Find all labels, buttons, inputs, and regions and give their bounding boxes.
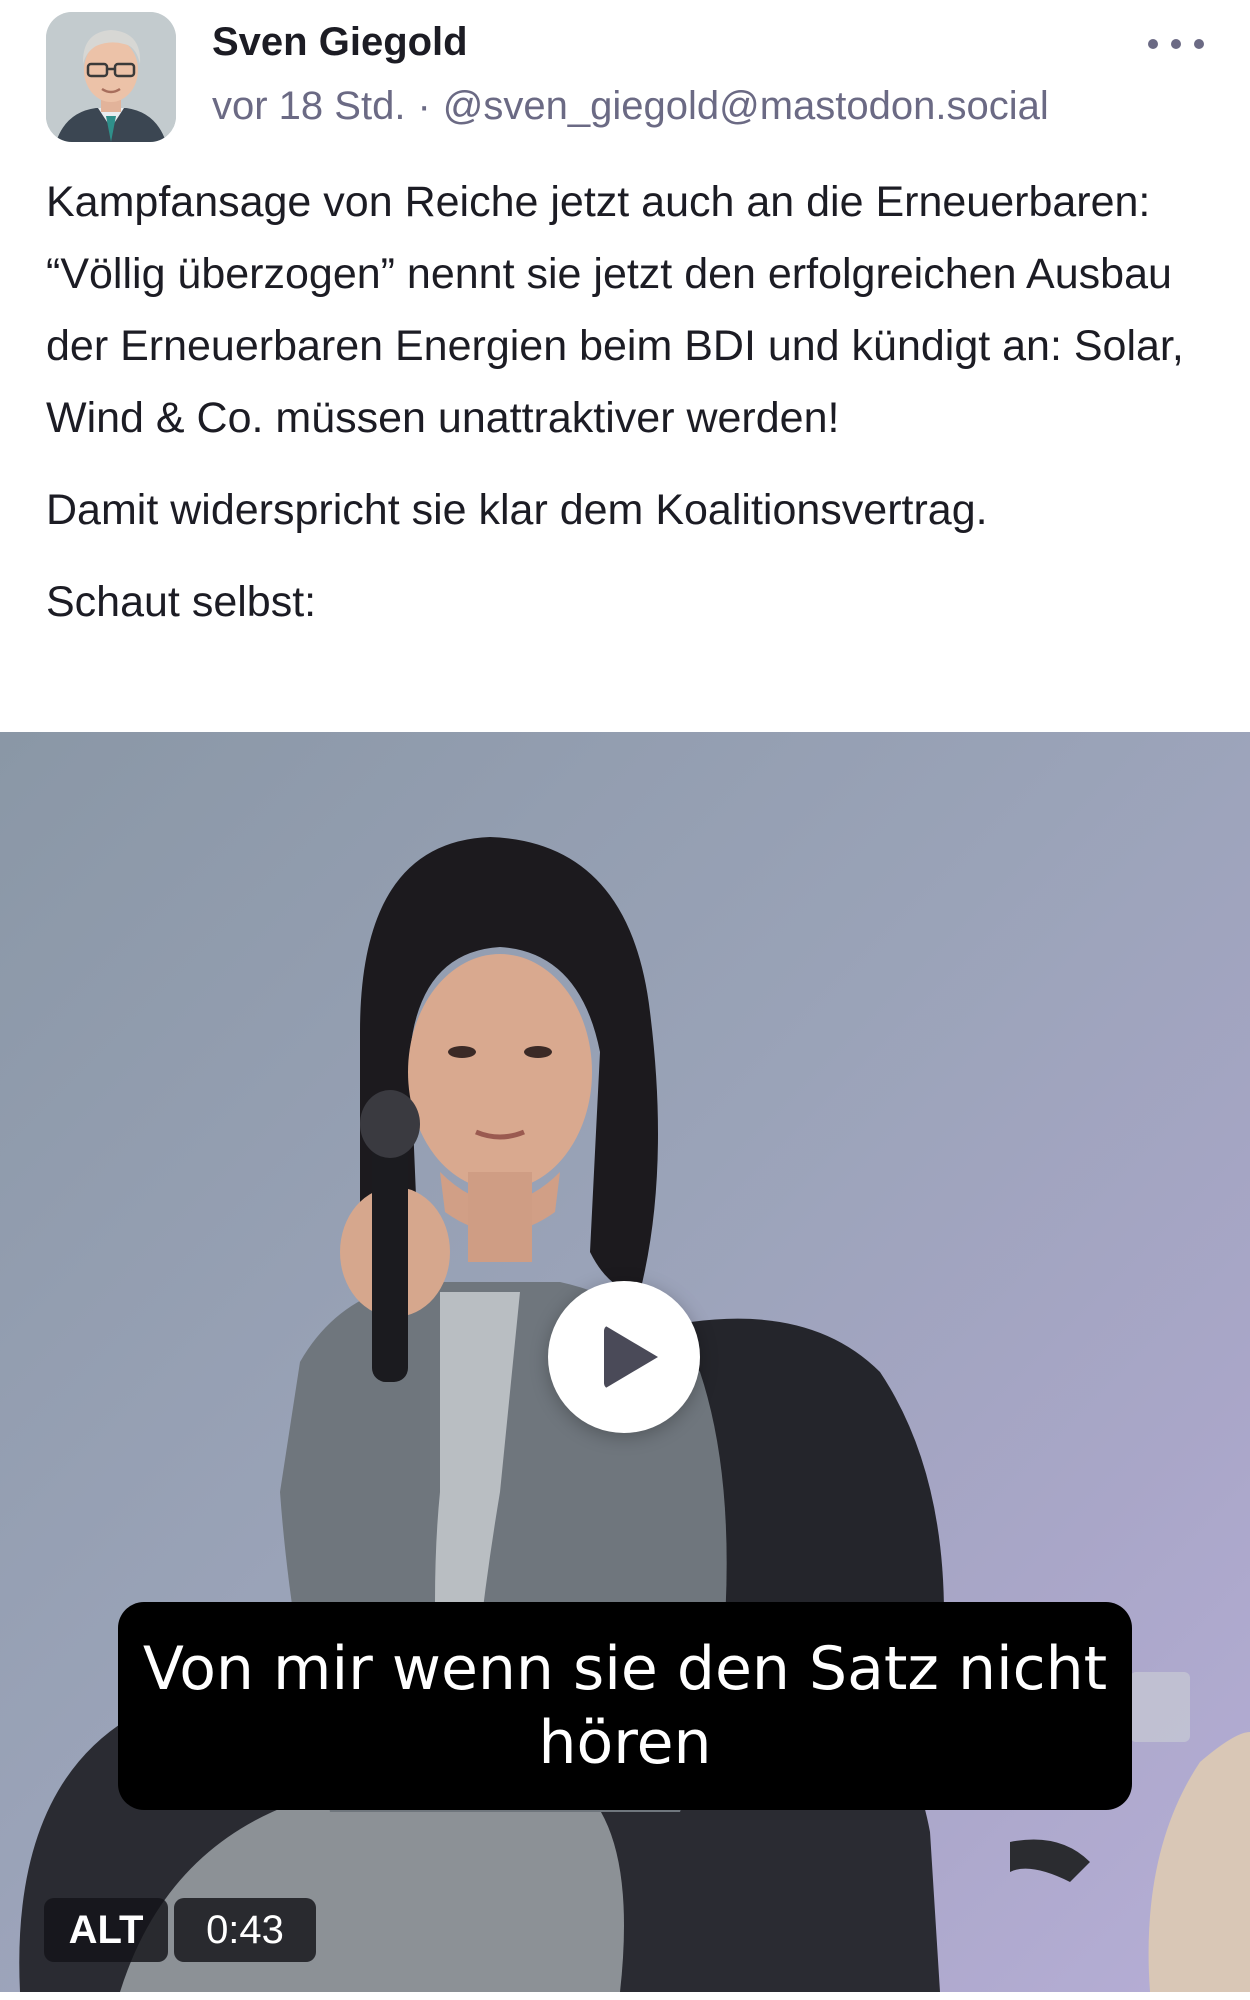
meta-separator: · [417,84,431,128]
author-handle[interactable]: @sven_giegold@mastodon.social [443,84,1049,128]
video-duration-badge: 0:43 [174,1898,316,1962]
video-subtitle: Von mir wenn sie den Satz nicht hören [118,1602,1132,1810]
post-paragraph: Kampfansage von Reiche jetzt auch an die… [46,178,1184,442]
post-content: Kampfansage von Reiche jetzt auch an die… [46,166,1216,638]
more-horizontal-icon-dot [1171,39,1181,49]
play-button[interactable] [548,1281,700,1433]
post-header: Sven Giegold vor 18 Std. · @sven_giegold@m… [0,0,1250,160]
video-player[interactable]: Von mir wenn sie den Satz nicht hören AL… [0,732,1250,1992]
more-horizontal-icon-dot [1194,39,1204,49]
alt-text-badge[interactable]: ALT [44,1898,168,1962]
more-horizontal-icon [1148,39,1158,49]
avatar[interactable] [46,12,176,142]
more-options-button[interactable] [1148,30,1204,58]
post-paragraph: Damit widerspricht sie klar dem Koalitio… [46,486,988,534]
avatar-portrait [46,12,176,142]
author-name[interactable]: Sven Giegold [212,20,468,65]
post-meta: vor 18 Std. · @sven_giegold@mastodon.socia… [212,84,1049,129]
play-icon [604,1325,658,1389]
post-paragraph: Schaut selbst: [46,578,317,626]
post-time[interactable]: vor 18 Std. [212,84,405,128]
